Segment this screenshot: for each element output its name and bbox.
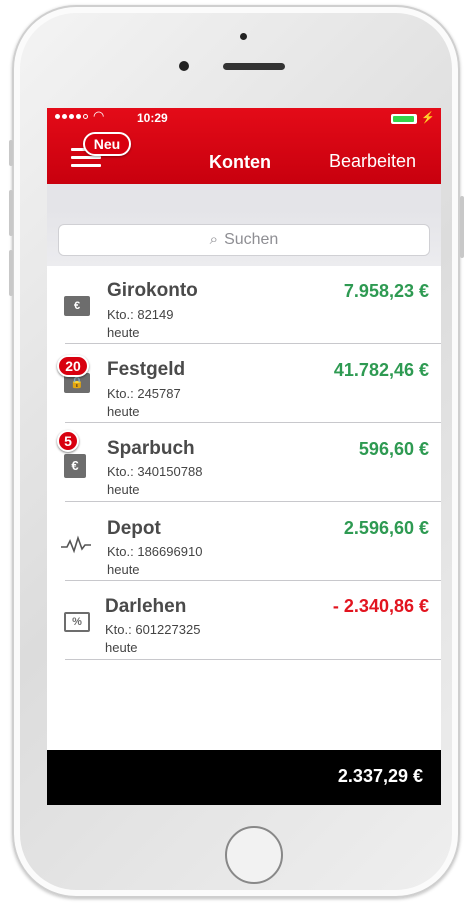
account-balance: 596,60 €	[358, 439, 429, 459]
speaker	[223, 63, 285, 70]
divider	[65, 501, 441, 502]
search-placeholder: Suchen	[224, 231, 279, 248]
account-name: Festgeld	[107, 359, 186, 380]
power-button	[460, 196, 464, 258]
account-row-darlehen[interactable]: % Darlehen Kto.: 601227325 heute - 2.340…	[47, 582, 441, 660]
account-number: Kto.: 186696910	[107, 544, 203, 559]
battery-icon	[391, 114, 417, 124]
divider	[65, 659, 441, 660]
divider	[65, 580, 441, 581]
account-balance: - 2.340,86 €	[332, 596, 429, 616]
account-date: heute	[107, 562, 140, 577]
darlehen-percent-icon: %	[64, 612, 90, 632]
total-balance: 2.337,29 €	[337, 766, 423, 786]
front-camera	[240, 33, 247, 40]
account-number: Kto.: 82149	[107, 307, 174, 322]
account-row-sparbuch[interactable]: € 5 Sparbuch Kto.: 340150788 heute 596,6…	[47, 424, 441, 502]
navigation-bar: ◠ 10:29 ⚡ Neu Konten Bearbeiten	[47, 108, 441, 184]
search-area: ⌕ Suchen	[47, 184, 441, 266]
account-name: Darlehen	[105, 596, 187, 617]
account-row-girokonto[interactable]: € Girokonto Kto.: 82149 heute 7.958,23 €	[47, 266, 441, 344]
account-number: Kto.: 340150788	[107, 464, 203, 479]
screen: ◠ 10:29 ⚡ Neu Konten Bearbeiten ⌕ Suchen …	[47, 108, 441, 805]
status-time: 10:29	[137, 111, 168, 125]
search-input[interactable]: ⌕ Suchen	[58, 224, 430, 256]
account-balance: 7.958,23 €	[343, 281, 429, 301]
mute-switch	[9, 140, 13, 166]
wifi-icon: ◠	[93, 108, 105, 123]
account-balance: 2.596,60 €	[343, 518, 429, 538]
account-date: heute	[107, 325, 140, 340]
signal-strength-icon	[55, 114, 88, 119]
status-bar: ◠ 10:29 ⚡	[47, 108, 441, 128]
account-row-festgeld[interactable]: 🔒 20 Festgeld Kto.: 245787 heute 41.782,…	[47, 345, 441, 423]
divider	[65, 343, 441, 344]
search-icon: ⌕	[209, 231, 219, 248]
account-number: Kto.: 601227325	[105, 622, 201, 637]
page-title: Konten	[209, 152, 271, 172]
giro-icon: €	[64, 296, 90, 316]
depot-chart-icon	[61, 535, 91, 554]
account-date: heute	[105, 640, 138, 655]
edit-button[interactable]: Bearbeiten	[329, 151, 416, 172]
account-date: heute	[107, 482, 140, 497]
account-name: Girokonto	[107, 280, 198, 301]
account-number: Kto.: 245787	[107, 386, 181, 401]
new-badge[interactable]: Neu	[83, 132, 131, 156]
account-balance: 41.782,46 €	[333, 360, 429, 380]
notification-count-badge: 20	[57, 355, 89, 377]
volume-down-button	[9, 250, 13, 296]
notification-count-badge: 5	[57, 430, 79, 452]
sparbuch-euro-icon: €	[64, 454, 86, 478]
total-bar: 2.337,29 €	[47, 750, 441, 805]
account-date: heute	[107, 404, 140, 419]
volume-up-button	[9, 190, 13, 236]
account-row-depot[interactable]: Depot Kto.: 186696910 heute 2.596,60 €	[47, 503, 441, 581]
account-name: Sparbuch	[107, 438, 195, 459]
home-button[interactable]	[225, 826, 283, 884]
proximity-sensor	[179, 61, 189, 71]
divider	[65, 422, 441, 423]
account-name: Depot	[107, 518, 161, 539]
charging-icon: ⚡	[421, 112, 435, 124]
